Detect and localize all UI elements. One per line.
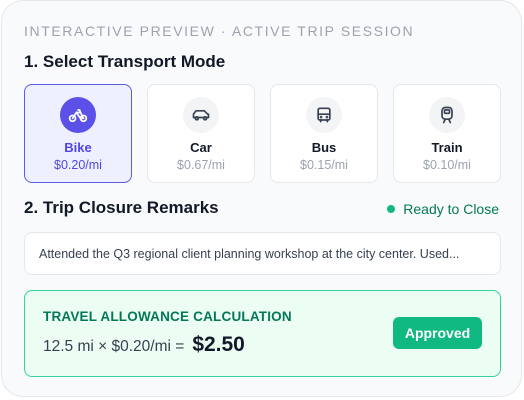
transport-mode-options: Bike $0.20/mi Car $0.67/mi Bus $0.15/mi … [24,84,501,184]
travel-allowance-card: TRAVEL ALLOWANCE CALCULATION 12.5 mi × $… [24,290,501,377]
ready-status: Ready to Close [387,201,499,217]
mode-rate-car: $0.67/mi [177,158,225,172]
preview-header: INTERACTIVE PREVIEW · ACTIVE TRIP SESSIO… [24,23,415,39]
mode-card-bus[interactable]: Bus $0.15/mi [270,84,378,183]
bike-icon [60,97,96,133]
mode-rate-train: $0.10/mi [423,158,471,172]
mode-rate-bike: $0.20/mi [54,158,102,172]
trip-session-panel: INTERACTIVE PREVIEW · ACTIVE TRIP SESSIO… [1,0,522,397]
allowance-title: TRAVEL ALLOWANCE CALCULATION [43,309,292,324]
allowance-formula: 12.5 mi × $0.20/mi = $2.50 [43,333,245,357]
mode-card-train[interactable]: Train $0.10/mi [393,84,501,183]
status-dot-icon [387,205,396,213]
bus-icon [306,97,342,133]
transport-mode-title: 1. Select Transport Mode [24,52,226,71]
mode-name-train: Train [431,140,463,155]
remarks-text: Attended the Q3 regional client planning… [39,246,460,261]
car-icon [183,97,219,133]
mode-rate-bus: $0.15/mi [300,158,348,172]
mode-name-bike: Bike [64,140,92,155]
status-label: Ready to Close [403,201,499,217]
trip-remarks-title: 2. Trip Closure Remarks [24,198,219,217]
remarks-input[interactable]: Attended the Q3 regional client planning… [24,232,501,275]
approved-badge: Approved [393,317,482,349]
mode-name-car: Car [190,140,212,155]
allowance-calculation: 12.5 mi × $0.20/mi = [43,338,185,355]
mode-card-car[interactable]: Car $0.67/mi [147,84,255,183]
mode-card-bike[interactable]: Bike $0.20/mi [24,84,132,183]
mode-name-bus: Bus [311,140,337,155]
train-icon [429,97,465,133]
allowance-total: $2.50 [192,333,245,356]
